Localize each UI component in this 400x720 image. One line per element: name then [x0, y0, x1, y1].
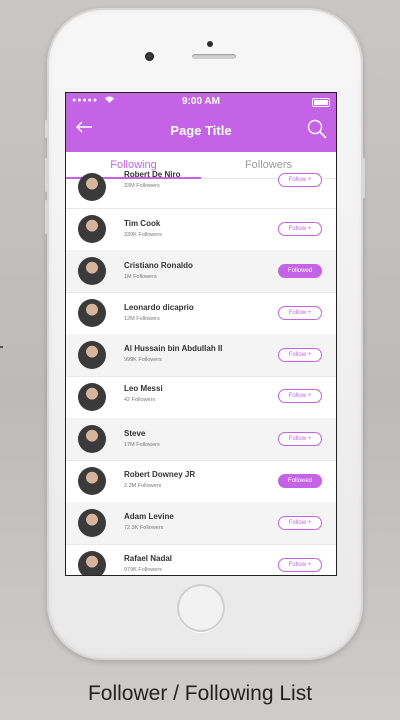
- follow-button[interactable]: Follow +: [278, 432, 322, 446]
- power-button: [362, 158, 365, 198]
- follow-button[interactable]: Follow +: [278, 222, 322, 236]
- battery-icon: [312, 98, 330, 107]
- list-item[interactable]: Steve 17M Followers Follow +: [66, 418, 336, 461]
- follower-count: 17M Followers: [124, 442, 160, 448]
- avatar: [78, 509, 106, 537]
- search-icon[interactable]: [306, 118, 328, 140]
- status-time: 9:00 AM: [182, 96, 220, 107]
- follower-count: 42 Followers: [124, 397, 156, 403]
- follower-count: 999K Followers: [124, 357, 162, 363]
- proximity-sensor: [207, 41, 213, 47]
- follow-button[interactable]: Follow +: [278, 389, 322, 403]
- home-button[interactable]: [177, 584, 225, 632]
- volume-up-button: [45, 158, 48, 192]
- list-item[interactable]: Leonardo dicaprio 12M Followers Follow +: [66, 292, 336, 335]
- earpiece-speaker: [192, 54, 236, 59]
- follower-count: 12M Followers: [124, 316, 160, 322]
- list-item[interactable]: Tim Cook 339K Followers Follow +: [66, 208, 336, 251]
- avatar: [78, 467, 106, 495]
- list-item[interactable]: Leo Messi 42 Followers Follow +: [66, 376, 336, 419]
- followed-button[interactable]: Followed: [278, 264, 322, 278]
- edge-mark: [0, 346, 3, 348]
- list-item[interactable]: Robert Downey JR 2.3M Followers Followed: [66, 460, 336, 503]
- nav-bar: Page Title: [66, 111, 336, 152]
- follow-button[interactable]: Follow +: [278, 306, 322, 320]
- front-camera: [145, 52, 154, 61]
- follower-count: 339K Followers: [124, 232, 162, 238]
- follower-count: 72.3K Followers: [124, 525, 164, 531]
- follow-button[interactable]: Follow +: [278, 173, 322, 187]
- follower-count: 33M Followers: [124, 183, 160, 189]
- user-name: Rafael Nadal: [124, 554, 173, 563]
- avatar: [78, 383, 106, 411]
- list-item[interactable]: Cristiano Ronaldo 1M Followers Followed: [66, 250, 336, 293]
- avatar: [78, 551, 106, 575]
- followed-button[interactable]: Followed: [278, 474, 322, 488]
- user-name: Steve: [124, 429, 146, 438]
- app-screen: ●●●●● 9:00 AM Page Title Following Follo…: [65, 92, 337, 576]
- avatar: [78, 341, 106, 369]
- user-name: Leo Messi: [124, 384, 163, 393]
- user-name: Robert Downey JR: [124, 470, 196, 479]
- follower-count: 1M Followers: [124, 274, 157, 280]
- follow-button[interactable]: Follow +: [278, 348, 322, 362]
- user-name: Al Hussain bin Abdullah II: [124, 344, 223, 353]
- volume-down-button: [45, 200, 48, 234]
- page-title: Page Title: [170, 123, 232, 138]
- status-bar: ●●●●● 9:00 AM: [66, 93, 336, 111]
- follower-count: 979K Followers: [124, 567, 162, 573]
- list-item[interactable]: Al Hussain bin Abdullah II 999K Follower…: [66, 334, 336, 377]
- avatar: [78, 299, 106, 327]
- list-item[interactable]: Rafael Nadal 979K Followers Follow +: [66, 544, 336, 575]
- mute-switch: [45, 120, 48, 138]
- follow-button[interactable]: Follow +: [278, 558, 322, 572]
- user-name: Tim Cook: [124, 219, 161, 228]
- user-name: Leonardo dicaprio: [124, 303, 194, 312]
- caption-text: Follower / Following List: [87, 682, 313, 705]
- user-list: Robert De Niro 33M Followers Follow + Ti…: [66, 170, 336, 575]
- follow-button[interactable]: Follow +: [278, 516, 322, 530]
- avatar: [78, 257, 106, 285]
- list-item[interactable]: Robert De Niro 33M Followers Follow +: [66, 166, 336, 209]
- user-name: Cristiano Ronaldo: [124, 261, 193, 270]
- user-name: Robert De Niro: [124, 170, 181, 179]
- avatar: [78, 425, 106, 453]
- avatar: [78, 173, 106, 201]
- user-name: Adam Levine: [124, 512, 174, 521]
- avatar: [78, 215, 106, 243]
- list-item[interactable]: Adam Levine 72.3K Followers Follow +: [66, 502, 336, 545]
- follower-count: 2.3M Followers: [124, 483, 162, 489]
- app-header: ●●●●● 9:00 AM Page Title: [66, 93, 336, 152]
